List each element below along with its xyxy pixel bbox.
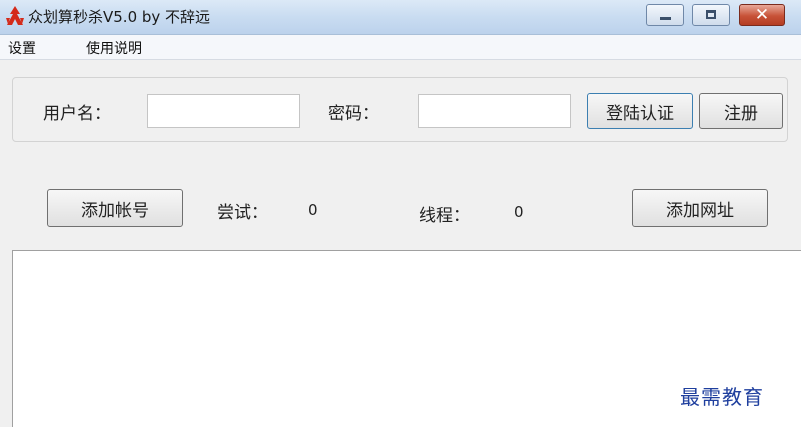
title-bar[interactable]: 众划算秒杀V5.0 by 不辞远 ✕ [0,0,801,35]
watermark-text: 最需教育 [680,385,764,409]
password-label: 密码： [328,104,379,124]
app-logo-icon [6,6,24,25]
login-auth-button[interactable]: 登陆认证 [587,93,693,129]
threads-value: 0 [514,203,524,221]
minimize-icon [660,17,671,20]
add-url-button[interactable]: 添加网址 [632,189,768,227]
menu-settings[interactable]: 设置 [8,38,36,58]
login-panel: 用户名： 密码： 登陆认证 注册 [12,77,788,142]
maximize-button[interactable] [692,4,730,26]
minimize-button[interactable] [646,4,684,26]
maximize-icon [706,10,716,19]
menu-bar: 设置 使用说明 [0,35,801,60]
username-input[interactable] [147,94,300,128]
attempts-value: 0 [308,201,318,219]
add-account-button[interactable]: 添加帐号 [47,189,183,227]
username-label: 用户名： [43,104,111,124]
window-title: 众划算秒杀V5.0 by 不辞远 [28,8,211,26]
close-button[interactable]: ✕ [739,4,785,26]
register-button[interactable]: 注册 [699,93,783,129]
close-icon: ✕ [754,5,770,25]
menu-help[interactable]: 使用说明 [86,38,142,58]
password-input[interactable] [418,94,571,128]
attempts-label: 尝试： [217,203,268,223]
threads-label: 线程： [419,206,470,226]
